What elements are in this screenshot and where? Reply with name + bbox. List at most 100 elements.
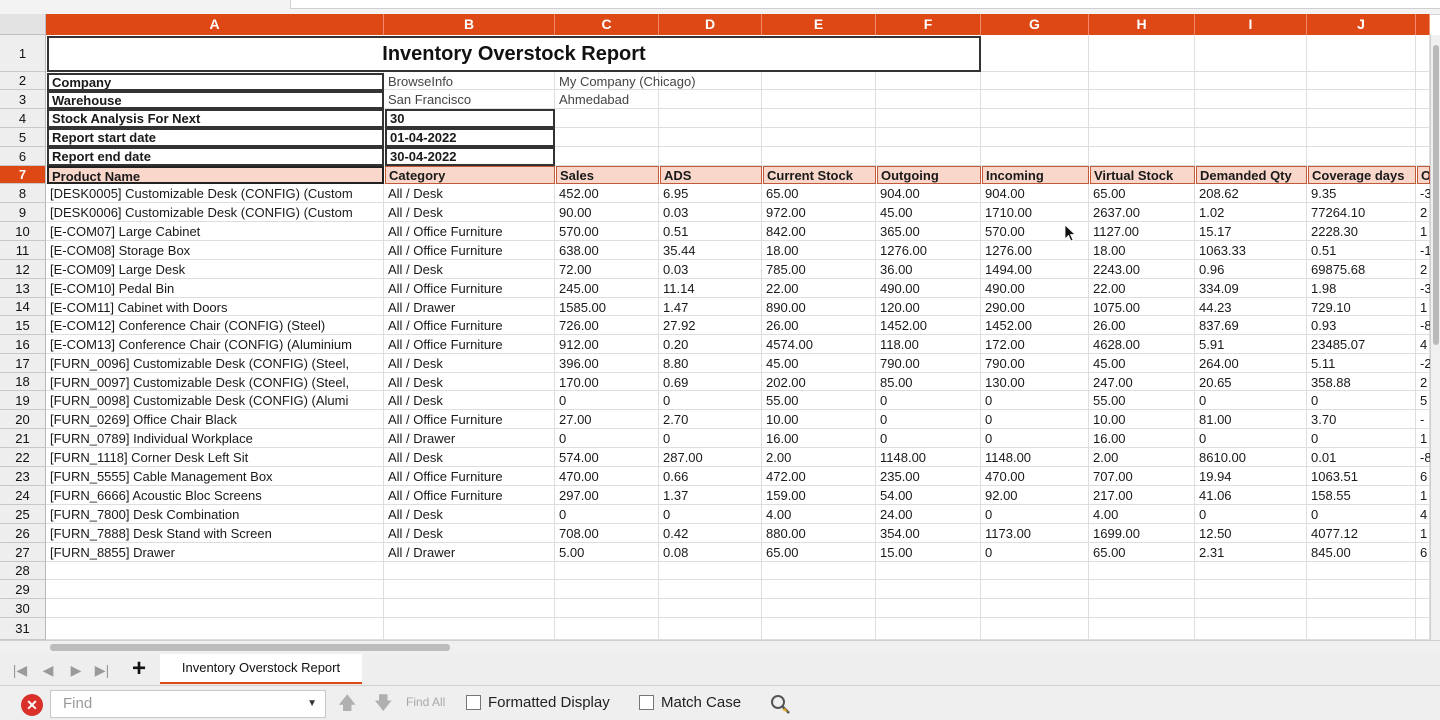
table-cell[interactable]: 0 — [982, 410, 1089, 429]
table-cell[interactable]: -8 — [1417, 448, 1430, 467]
table-cell[interactable]: 1 — [1417, 298, 1430, 317]
table-cell[interactable]: 570.00 — [556, 222, 659, 241]
last-sheet-icon[interactable]: ▶| — [94, 662, 110, 678]
table-cell[interactable]: -1 — [1417, 241, 1430, 260]
table-cell[interactable]: 65.00 — [763, 184, 876, 203]
column-header-i[interactable]: I — [1195, 14, 1307, 35]
table-cell[interactable]: 354.00 — [877, 524, 981, 543]
table-cell[interactable]: 0 — [1196, 505, 1307, 524]
table-cell[interactable]: 4 — [1417, 505, 1430, 524]
column-header-f[interactable]: F — [876, 14, 981, 35]
table-cell[interactable]: 4077.12 — [1308, 524, 1416, 543]
table-cell[interactable]: All / Office Furniture — [385, 316, 555, 335]
vertical-scroll-thumb[interactable] — [1433, 45, 1439, 345]
table-cell[interactable]: [E-COM12] Conference Chair (CONFIG) (Ste… — [47, 316, 384, 335]
row-header-28[interactable]: 28 — [0, 562, 46, 580]
table-cell[interactable]: 1710.00 — [982, 203, 1089, 222]
table-cell[interactable]: 20.65 — [1196, 373, 1307, 392]
table-cell[interactable]: 8.80 — [660, 354, 762, 373]
row-header-2[interactable]: 2 — [0, 72, 46, 90]
table-cell[interactable]: 55.00 — [1090, 391, 1195, 410]
header-cell-8[interactable]: Demanded Qty — [1196, 166, 1307, 184]
table-cell[interactable]: 0 — [877, 429, 981, 448]
table-cell[interactable]: 159.00 — [763, 486, 876, 505]
table-cell[interactable]: 2637.00 — [1090, 203, 1195, 222]
column-header-b[interactable]: B — [384, 14, 555, 35]
find-input[interactable]: Find ▼ — [50, 690, 326, 718]
table-cell[interactable]: 490.00 — [877, 279, 981, 298]
table-cell[interactable]: 842.00 — [763, 222, 876, 241]
table-cell[interactable]: 2.00 — [763, 448, 876, 467]
table-cell[interactable]: 790.00 — [877, 354, 981, 373]
table-cell[interactable]: 0 — [556, 429, 659, 448]
table-cell[interactable]: 18.00 — [763, 241, 876, 260]
table-cell[interactable]: 26.00 — [1090, 316, 1195, 335]
company-value-1[interactable]: BrowseInfo — [385, 72, 555, 91]
column-header-partial[interactable] — [1416, 14, 1430, 35]
table-cell[interactable]: 5 — [1417, 391, 1430, 410]
find-next-icon[interactable]: 🡇 — [374, 694, 393, 712]
table-cell[interactable]: 574.00 — [556, 448, 659, 467]
table-cell[interactable]: 0 — [982, 505, 1089, 524]
table-cell[interactable]: 452.00 — [556, 184, 659, 203]
table-cell[interactable]: 365.00 — [877, 222, 981, 241]
table-cell[interactable]: All / Office Furniture — [385, 410, 555, 429]
formatted-display-checkbox[interactable] — [466, 695, 481, 710]
row-header-18[interactable]: 18 — [0, 373, 46, 391]
table-cell[interactable]: 8610.00 — [1196, 448, 1307, 467]
table-cell[interactable]: 470.00 — [982, 467, 1089, 486]
table-cell[interactable]: All / Desk — [385, 260, 555, 279]
table-cell[interactable]: 2.00 — [1090, 448, 1195, 467]
table-cell[interactable]: [FURN_0097] Customizable Desk (CONFIG) (… — [47, 373, 384, 392]
table-cell[interactable]: 1452.00 — [982, 316, 1089, 335]
table-cell[interactable]: 790.00 — [982, 354, 1089, 373]
table-cell[interactable]: All / Office Furniture — [385, 467, 555, 486]
table-cell[interactable]: [FURN_5555] Cable Management Box — [47, 467, 384, 486]
table-cell[interactable]: 837.69 — [1196, 316, 1307, 335]
table-cell[interactable]: 472.00 — [763, 467, 876, 486]
warehouse-value-1[interactable]: San Francisco — [385, 90, 555, 109]
table-cell[interactable]: 845.00 — [1308, 543, 1416, 562]
table-cell[interactable]: All / Office Furniture — [385, 486, 555, 505]
table-cell[interactable]: 880.00 — [763, 524, 876, 543]
table-cell[interactable]: 0 — [660, 429, 762, 448]
table-cell[interactable]: 334.09 — [1196, 279, 1307, 298]
table-cell[interactable]: 5.11 — [1308, 354, 1416, 373]
match-case-checkbox[interactable] — [639, 695, 654, 710]
table-cell[interactable]: 0 — [877, 410, 981, 429]
table-cell[interactable]: 45.00 — [877, 203, 981, 222]
table-cell[interactable]: 1 — [1417, 486, 1430, 505]
table-cell[interactable]: 0.20 — [660, 335, 762, 354]
table-cell[interactable]: 158.55 — [1308, 486, 1416, 505]
table-cell[interactable]: 12.50 — [1196, 524, 1307, 543]
company-label[interactable]: Company — [47, 73, 384, 91]
table-cell[interactable]: 0.51 — [660, 222, 762, 241]
table-cell[interactable]: 0.51 — [1308, 241, 1416, 260]
table-cell[interactable]: 729.10 — [1308, 298, 1416, 317]
table-cell[interactable]: 1.98 — [1308, 279, 1416, 298]
table-cell[interactable]: 118.00 — [877, 335, 981, 354]
row-header-26[interactable]: 26 — [0, 524, 46, 543]
table-cell[interactable]: 0.42 — [660, 524, 762, 543]
formula-input[interactable] — [290, 0, 1440, 9]
table-cell[interactable]: 0.08 — [660, 543, 762, 562]
table-cell[interactable]: 1 — [1417, 524, 1430, 543]
end-date-label[interactable]: Report end date — [47, 147, 384, 166]
table-cell[interactable]: 22.00 — [1090, 279, 1195, 298]
table-cell[interactable]: [FURN_6666] Acoustic Bloc Screens — [47, 486, 384, 505]
table-cell[interactable]: 15.00 — [877, 543, 981, 562]
column-header-j[interactable]: J — [1307, 14, 1416, 35]
table-cell[interactable]: 6.95 — [660, 184, 762, 203]
column-header-c[interactable]: C — [555, 14, 659, 35]
header-cell-5[interactable]: Outgoing — [877, 166, 981, 184]
table-cell[interactable]: 5.91 — [1196, 335, 1307, 354]
table-cell[interactable]: All / Desk — [385, 448, 555, 467]
table-cell[interactable]: 27.92 — [660, 316, 762, 335]
table-cell[interactable]: 22.00 — [763, 279, 876, 298]
table-cell[interactable]: 0.96 — [1196, 260, 1307, 279]
table-cell[interactable]: 290.00 — [982, 298, 1089, 317]
table-cell[interactable]: 81.00 — [1196, 410, 1307, 429]
table-cell[interactable]: 170.00 — [556, 373, 659, 392]
table-cell[interactable]: 235.00 — [877, 467, 981, 486]
table-cell[interactable]: All / Desk — [385, 391, 555, 410]
